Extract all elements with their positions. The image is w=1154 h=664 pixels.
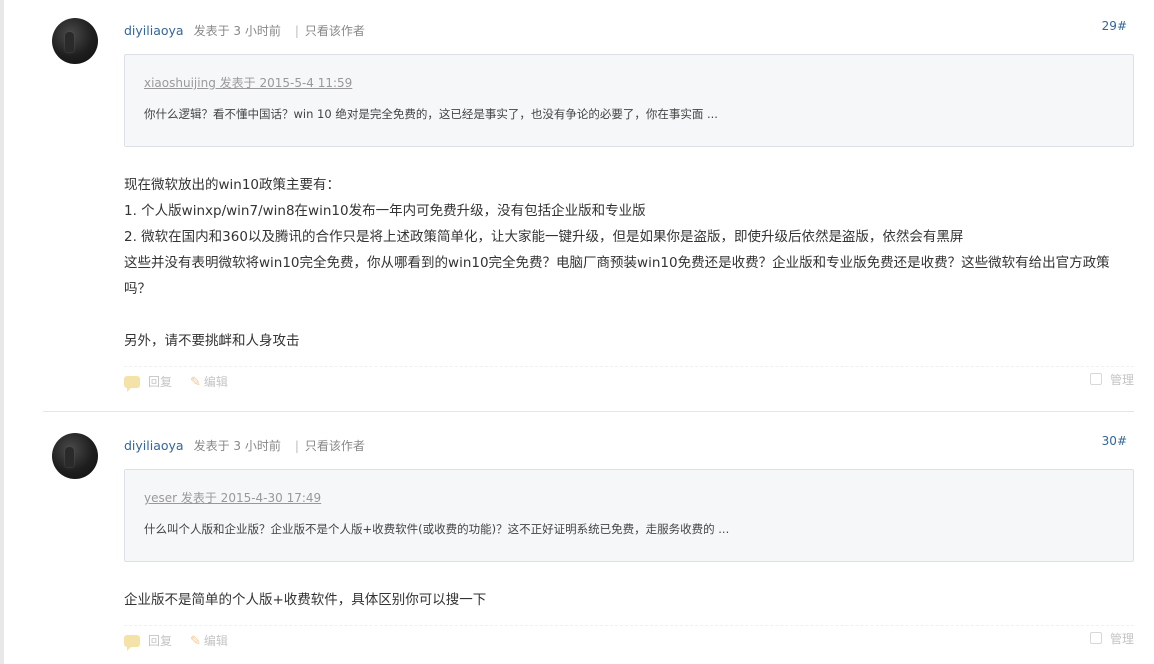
quote-box: yeser 发表于 2015-4-30 17:49 什么叫个人版和企业版？企业版…	[124, 469, 1134, 562]
post-29: diyiliaoya 发表于 3 小时前 | 只看该作者 29# xiaoshuiji…	[0, 0, 1154, 412]
post-action-bar: 回复 ✎ 编辑 管理	[124, 625, 1134, 651]
edit-label: 编辑	[203, 375, 228, 389]
post-30: diyiliaoya 发表于 3 小时前 | 只看该作者 30# yeser 发表于 …	[0, 413, 1154, 664]
checkbox-icon	[1089, 373, 1102, 385]
post-paragraph: 1. 个人版winxp/win7/win8在win10发布一年内可免费升级，没有…	[124, 203, 646, 219]
manage-checkbox[interactable]: 管理	[1089, 371, 1134, 388]
avatar[interactable]	[52, 433, 98, 479]
reply-label: 回复	[148, 375, 173, 389]
floor-number-link[interactable]: 30#	[1102, 434, 1127, 448]
floor-number-link[interactable]: 29#	[1102, 19, 1127, 33]
quote-author-link[interactable]: xiaoshuijing 发表于 2015-5-4 11:59	[144, 74, 352, 91]
avatar-figure	[65, 32, 74, 52]
reply-button[interactable]: 回复	[124, 632, 173, 651]
post-time: 发表于 3 小时前	[193, 439, 281, 453]
post-body: 企业版不是简单的个人版+收费软件，具体区别你可以搜一下	[124, 587, 1129, 613]
post-paragraph: 这些并没有表明微软将win10完全免费，你从哪看到的win10完全免费？电脑厂商…	[124, 255, 1110, 297]
post-paragraph: 现在微软放出的win10政策主要有：	[124, 177, 341, 193]
manage-checkbox[interactable]: 管理	[1089, 630, 1134, 647]
pencil-icon: ✎	[190, 375, 201, 390]
post-time: 发表于 3 小时前	[193, 24, 281, 38]
author-link[interactable]: diyiliaoya	[124, 438, 184, 453]
avatar-figure	[65, 447, 74, 467]
post-body: 现在微软放出的win10政策主要有： 1. 个人版winxp/win7/win8…	[124, 172, 1129, 354]
post-paragraph: 另外，请不要挑衅和人身攻击	[124, 333, 300, 349]
quote-author-link[interactable]: yeser 发表于 2015-4-30 17:49	[144, 489, 321, 506]
post-paragraph-blank	[124, 302, 1129, 328]
quote-box: xiaoshuijing 发表于 2015-5-4 11:59 你什么逻辑？看不…	[124, 54, 1134, 147]
checkbox-icon	[1089, 632, 1102, 644]
quote-text: 什么叫个人版和企业版？企业版不是个人版+收费软件(或收费的功能)？这不正好证明系…	[144, 522, 730, 536]
post-action-bar: 回复 ✎ 编辑 管理	[124, 366, 1134, 392]
post-divider	[43, 411, 1134, 412]
reply-label: 回复	[148, 634, 173, 648]
meta-separator: |	[294, 439, 299, 453]
post-meta: diyiliaoya 发表于 3 小时前 | 只看该作者	[124, 23, 365, 39]
edit-button[interactable]: ✎ 编辑	[190, 632, 228, 649]
author-link[interactable]: diyiliaoya	[124, 23, 184, 38]
only-author-link[interactable]: 只看该作者	[305, 439, 365, 453]
pencil-icon: ✎	[190, 634, 201, 649]
manage-label: 管理	[1109, 632, 1134, 646]
reply-button[interactable]: 回复	[124, 373, 173, 392]
post-meta: diyiliaoya 发表于 3 小时前 | 只看该作者	[124, 438, 365, 454]
quote-text: 你什么逻辑？看不懂中国话？win 10 绝对是完全免费的，这已经是事实了，也没有…	[144, 107, 718, 121]
only-author-link[interactable]: 只看该作者	[305, 24, 365, 38]
post-paragraph: 2. 微软在国内和360以及腾讯的合作只是将上述政策简单化，让大家能一键升级，但…	[124, 229, 964, 245]
reply-icon	[124, 376, 140, 392]
avatar[interactable]	[52, 18, 98, 64]
post-paragraph: 企业版不是简单的个人版+收费软件，具体区别你可以搜一下	[124, 592, 487, 608]
edit-label: 编辑	[203, 634, 228, 648]
reply-icon	[124, 635, 140, 651]
meta-separator: |	[294, 24, 299, 38]
manage-label: 管理	[1109, 373, 1134, 387]
edit-button[interactable]: ✎ 编辑	[190, 373, 228, 390]
